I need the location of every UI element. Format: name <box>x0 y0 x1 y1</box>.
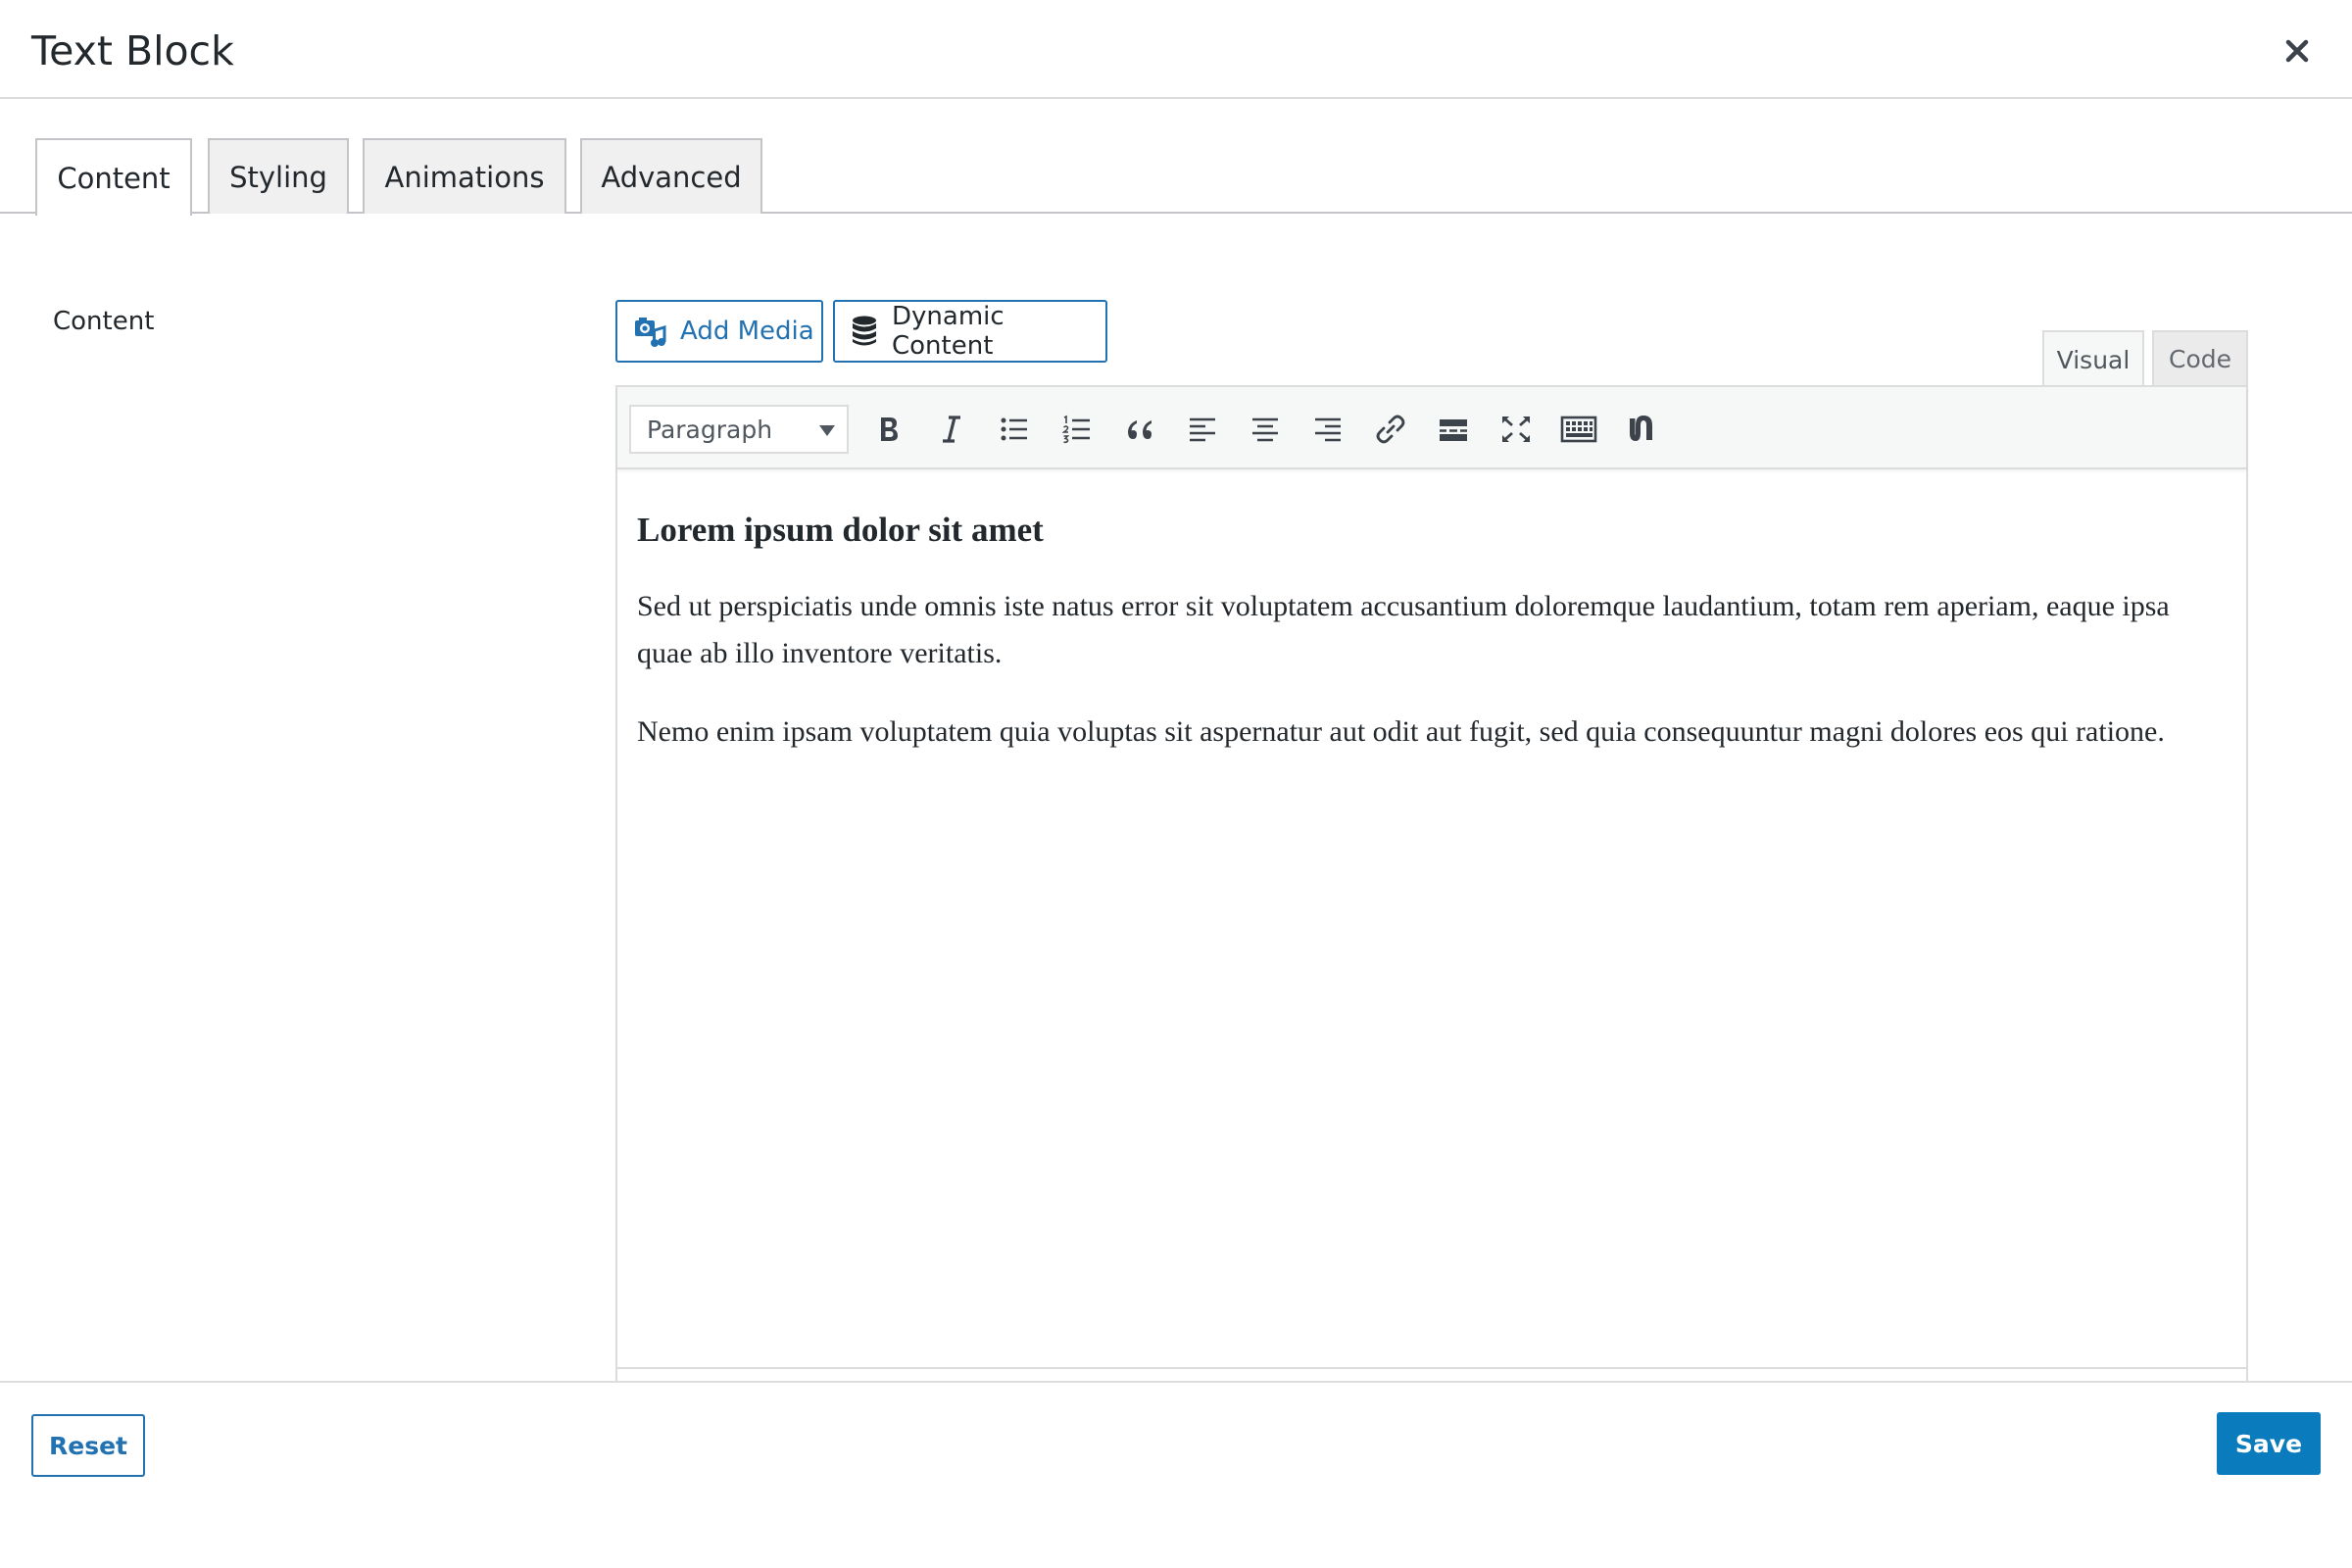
chevron-down-icon <box>819 425 835 436</box>
blockquote-button[interactable] <box>1115 405 1164 454</box>
tab-animations[interactable]: Animations <box>363 138 566 214</box>
add-media-label: Add Media <box>680 317 814 346</box>
close-icon <box>2285 39 2309 63</box>
link-icon <box>1376 415 1405 444</box>
bold-button[interactable] <box>864 405 913 454</box>
content-paragraph: Sed ut perspiciatis unde omnis iste natu… <box>637 590 2170 669</box>
fullscreen-button[interactable] <box>1492 405 1541 454</box>
bold-icon <box>881 417 898 441</box>
toolbar-toggle-icon <box>1560 416 1597 443</box>
toolbar-toggle-button[interactable] <box>1554 405 1603 454</box>
align-left-button[interactable] <box>1178 405 1227 454</box>
tab-bar: Content Styling Animations Advanced <box>0 99 2352 216</box>
tab-advanced[interactable]: Advanced <box>580 138 762 214</box>
content-field-label: Content <box>53 307 155 336</box>
italic-button[interactable] <box>927 405 976 454</box>
read-more-icon <box>1440 419 1467 441</box>
close-button[interactable] <box>2276 29 2319 73</box>
save-button[interactable]: Save <box>2217 1412 2321 1475</box>
italic-icon <box>943 416 960 443</box>
align-left-icon <box>1190 417 1215 442</box>
bulleted-list-icon <box>1001 417 1027 441</box>
database-icon <box>851 316 878 347</box>
text-block-modal: Text Block Content Styling Animations Ad… <box>0 0 2352 1568</box>
dynamic-content-label: Dynamic Content <box>892 302 1004 361</box>
editor-toolbar: Paragraph <box>617 387 2246 469</box>
code-mode-tab[interactable]: Code <box>2152 330 2248 387</box>
align-right-button[interactable] <box>1303 405 1352 454</box>
add-media-icon <box>633 315 666 348</box>
content-heading: Lorem ipsum dolor sit amet <box>637 511 1044 549</box>
visual-mode-tab[interactable]: Visual <box>2042 330 2144 389</box>
add-media-button[interactable]: Add Media <box>615 300 823 363</box>
fullscreen-icon <box>1502 416 1530 443</box>
link-button[interactable] <box>1366 405 1415 454</box>
blockquote-icon <box>1128 420 1152 439</box>
tab-content[interactable]: Content <box>35 138 192 216</box>
dynamic-content-button[interactable]: Dynamic Content <box>833 300 1107 363</box>
shortcode-icon <box>1630 416 1652 441</box>
reset-button[interactable]: Reset <box>31 1414 145 1477</box>
format-select-value: Paragraph <box>647 415 773 444</box>
align-right-icon <box>1315 417 1341 442</box>
align-center-button[interactable] <box>1241 405 1290 454</box>
align-center-icon <box>1252 417 1278 442</box>
modal-title: Text Block <box>31 27 234 74</box>
format-select[interactable]: Paragraph <box>629 405 849 454</box>
numbered-list-icon <box>1062 415 1090 444</box>
rich-text-editor: Paragraph Lorem ipsum dolor sit amet Sed… <box>615 385 2248 1387</box>
read-more-button[interactable] <box>1429 405 1478 454</box>
tab-styling[interactable]: Styling <box>208 138 349 214</box>
modal-header: Text Block <box>0 0 2352 99</box>
modal-footer: Reset Save <box>0 1381 2352 1568</box>
editor-resize-divider <box>615 1367 2248 1369</box>
editor-content-area[interactable]: Lorem ipsum dolor sit amet Sed ut perspi… <box>617 471 2246 1363</box>
content-paragraph: Nemo enim ipsam voluptatem quia voluptas… <box>637 715 2165 748</box>
bulleted-list-button[interactable] <box>990 405 1039 454</box>
numbered-list-button[interactable] <box>1053 405 1102 454</box>
shortcode-button[interactable] <box>1617 405 1666 454</box>
